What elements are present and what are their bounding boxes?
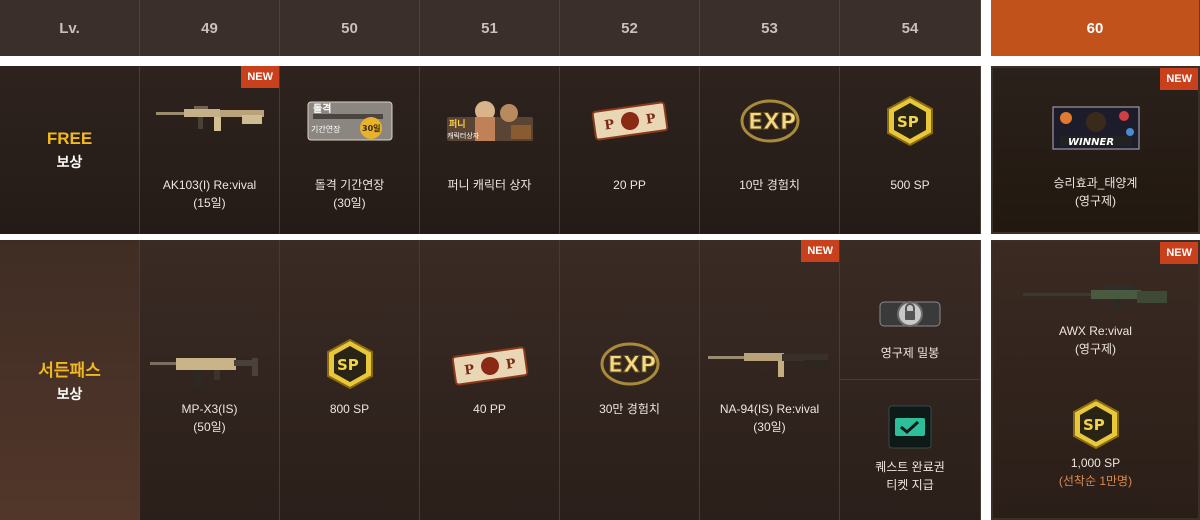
svg-text:WINNER: WINNER	[1068, 137, 1114, 148]
reward-duration: (50일)	[193, 420, 226, 434]
reward-name: 30만 경험치	[599, 402, 660, 416]
new-badge: NEW	[801, 240, 839, 262]
sudden-row-title: 서든패스	[38, 361, 101, 380]
sudden-reward-lv53[interactable]: NEW NA-94(IS) Re:vival (30일)	[700, 240, 840, 520]
sniper-rifle-icon	[993, 278, 1198, 318]
reward-name: AWX Re:vival	[1059, 324, 1132, 338]
svg-text:EXP: EXP	[748, 110, 796, 135]
winner-effect-icon: WINNER	[993, 98, 1198, 158]
svg-text:SP: SP	[1083, 416, 1105, 434]
final-top-text: AWX Re:vival (영구제)	[993, 322, 1198, 358]
new-badge: NEW	[1160, 242, 1198, 264]
sudden-reward-lv51[interactable]: P P 40 PP	[420, 240, 560, 520]
sudden-reward-lv54-seal[interactable]: 영구제 밀봉	[840, 240, 981, 380]
sudden-row-subtitle: 보상	[56, 386, 83, 402]
new-badge: NEW	[241, 66, 279, 88]
exp-badge-icon: EXP	[560, 240, 699, 400]
reward-name: 500 SP	[890, 178, 930, 192]
free-row-title: FREE	[46, 128, 93, 148]
level-header-50: 50	[280, 0, 420, 56]
free-reward-lv51[interactable]: 퍼니 캐릭터상자 퍼니 캐릭터 상자	[420, 66, 560, 234]
reward-name: 1,000 SP	[1070, 456, 1121, 470]
free-reward-lv60[interactable]: NEW WINNER 승리효과_태양계 (영구제)	[991, 66, 1200, 234]
reward-duration: (30일)	[753, 420, 786, 434]
level-header-label: Lv.	[0, 0, 140, 56]
reward-name: 20 PP	[613, 178, 646, 192]
reward-detail: 티켓 지급	[886, 478, 934, 492]
free-reward-lv52[interactable]: P P 20 PP	[560, 66, 700, 234]
reward-name: 영구제 밀봉	[880, 346, 940, 360]
level-header-52: 52	[560, 0, 700, 56]
exp-badge-icon: EXP	[700, 66, 839, 176]
free-reward-lv50[interactable]: 돌격 기간연장 30일 돌격 기간연장 (30일)	[280, 66, 420, 234]
seal-lock-icon	[840, 240, 980, 344]
free-reward-lv53[interactable]: EXP 10만 경험치	[700, 66, 840, 234]
reward-duration: (영구제)	[1074, 194, 1117, 208]
quest-ticket-icon	[840, 380, 980, 458]
reward-duration: (영구제)	[1074, 342, 1117, 356]
sudden-reward-lv50[interactable]: SP 800 SP	[280, 240, 420, 520]
reward-name: 40 PP	[473, 402, 506, 416]
sp-badge-icon: SP	[993, 396, 1198, 452]
reward-name: 10만 경험치	[739, 178, 800, 192]
level-header-54: 54	[840, 0, 981, 56]
level-header-51: 51	[420, 0, 560, 56]
sudden-row-label: 서든패스 보상	[0, 240, 140, 520]
reward-name: 승리효과_태양계	[1053, 176, 1138, 190]
reward-name: MP-X3(IS)	[181, 402, 238, 416]
extension-ticket-icon: 돌격 기간연장 30일	[280, 66, 419, 176]
reward-duration: (30일)	[333, 196, 366, 210]
pp-ticket-icon: P P	[560, 66, 699, 176]
free-reward-lv54[interactable]: SP 500 SP	[840, 66, 981, 234]
reward-limit: (선착순 1만명)	[1058, 474, 1133, 488]
character-box-icon: 퍼니 캐릭터상자	[420, 66, 559, 176]
sudden-reward-lv60[interactable]: NEW AWX Re:vival (영구제) SP 1,000 SP (선착순 …	[991, 240, 1200, 520]
sudden-reward-lv52[interactable]: EXP 30만 경험치	[560, 240, 700, 520]
free-row-subtitle: 보상	[56, 153, 83, 170]
reward-duration: (15일)	[193, 196, 226, 210]
svg-text:SP: SP	[897, 113, 919, 131]
rifle-icon	[700, 240, 839, 400]
svg-text:퍼니: 퍼니	[449, 118, 466, 130]
level-header-49: 49	[140, 0, 280, 56]
svg-text:캐릭터상자: 캐릭터상자	[447, 131, 480, 140]
reward-name: 퍼니 캐릭터 상자	[447, 178, 532, 192]
new-badge: NEW	[1160, 68, 1198, 90]
sudden-reward-lv49[interactable]: MP-X3(IS) (50일)	[140, 240, 280, 520]
svg-text:SP: SP	[337, 356, 359, 374]
sudden-reward-lv54-quest-ticket[interactable]: 퀘스트 완료권 티켓 지급	[840, 380, 981, 520]
reward-name: 퀘스트 완료권	[875, 460, 945, 474]
level-header-60: 60	[991, 0, 1200, 56]
reward-name: 800 SP	[329, 402, 370, 416]
free-row-label: FREE 보상	[0, 66, 140, 234]
svg-text:30일: 30일	[362, 123, 381, 133]
final-bottom-text: 1,000 SP (선착순 1만명)	[993, 454, 1198, 490]
sp-badge-icon: SP	[280, 240, 419, 400]
sp-badge-icon: SP	[840, 66, 980, 176]
final-reward-text: 승리효과_태양계 (영구제)	[993, 174, 1198, 210]
reward-name: AK103(I) Re:vival	[162, 178, 257, 192]
pp-ticket-icon: P P	[420, 240, 559, 400]
svg-text:기간연장: 기간연장	[311, 124, 341, 134]
reward-name: NA-94(IS) Re:vival	[719, 402, 820, 416]
smg-icon	[140, 240, 279, 400]
svg-text:EXP: EXP	[608, 353, 656, 378]
svg-text:돌격: 돌격	[313, 102, 331, 115]
reward-name: 돌격 기간연장	[314, 178, 385, 192]
level-header-53: 53	[700, 0, 840, 56]
free-reward-lv49[interactable]: NEW AK103(I) Re:vival (15일)	[140, 66, 280, 234]
